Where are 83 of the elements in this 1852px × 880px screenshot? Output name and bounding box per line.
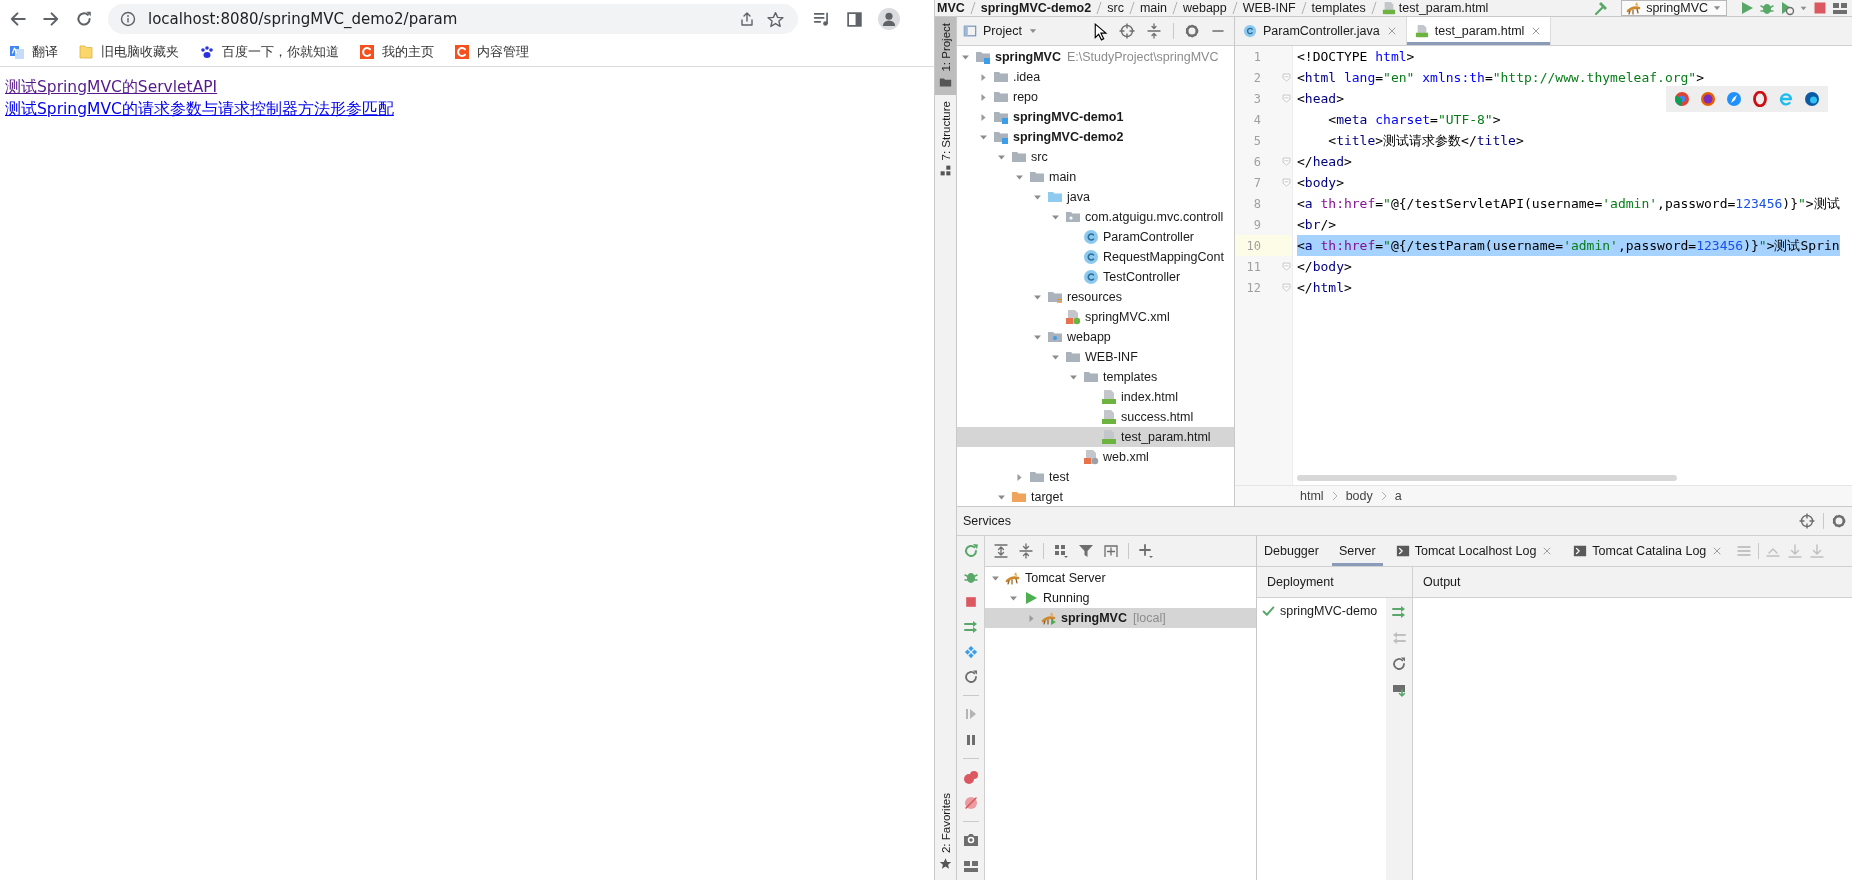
breadcrumb-item[interactable]: test_param.html — [1381, 1, 1489, 15]
tree-item[interactable]: .idea — [957, 67, 1234, 87]
tree-item[interactable]: resources — [957, 287, 1234, 307]
tree-item[interactable]: test_param.html — [957, 427, 1234, 447]
tree-item[interactable]: java — [957, 187, 1234, 207]
tree-item[interactable]: templates — [957, 367, 1234, 387]
link[interactable]: 测试SpringMVC的请求参数与请求控制器方法形参匹配 — [5, 98, 394, 120]
code-line: <body> — [1297, 174, 1344, 192]
tab[interactable]: Server — [1331, 536, 1383, 566]
bookmark[interactable]: 翻译 — [9, 43, 58, 61]
editor-tab[interactable]: ParamController.java — [1235, 17, 1407, 45]
run-config-dropdown[interactable]: springMVC — [1621, 0, 1727, 16]
tree-item[interactable]: src — [957, 147, 1234, 167]
line-number: 6 — [1252, 154, 1261, 169]
tree-item[interactable]: springMVC-demo1 — [957, 107, 1234, 127]
code-line: <a th:href="@{/testServletAPI(username='admin',password=123456)}">测试 — [1297, 195, 1840, 213]
tab[interactable]: Tomcat Localhost Log — [1388, 536, 1561, 566]
tree-item[interactable]: com.atguigu.mvc.controll — [957, 207, 1234, 227]
line-number: 12 — [1245, 280, 1261, 295]
code-line: <title>测试请求参数</title> — [1327, 132, 1524, 150]
bookmark[interactable]: 我的主页 — [359, 43, 434, 61]
tree-item[interactable]: main — [957, 167, 1234, 187]
line-number: 4 — [1252, 112, 1261, 127]
line-number: 5 — [1252, 133, 1261, 148]
tree-item[interactable]: index.html — [957, 387, 1234, 407]
tree-item[interactable]: springMVC.xml — [957, 307, 1234, 327]
tree-item[interactable]: Tomcat Server — [985, 568, 1256, 588]
breadcrumb-item[interactable]: springMVC-demo2 — [980, 1, 1092, 15]
panel-title: Services — [963, 514, 1011, 528]
tree-item[interactable]: ParamController — [957, 227, 1234, 247]
breadcrumb-item[interactable]: main — [1139, 1, 1167, 15]
tree-item[interactable]: TestController — [957, 267, 1234, 287]
tree-item[interactable]: test — [957, 467, 1234, 487]
tree-item[interactable]: webapp — [957, 327, 1234, 347]
tree-item[interactable]: success.html — [957, 407, 1234, 427]
tool-window-tab[interactable]: 2: Favorites — [935, 786, 956, 876]
bookmark[interactable]: 内容管理 — [454, 43, 529, 61]
tree-item[interactable]: repo — [957, 87, 1234, 107]
address-bar[interactable]: localhost:8080/springMVC_demo2/param — [108, 4, 798, 34]
tree-item[interactable]: RequestMappingCont — [957, 247, 1234, 267]
breadcrumb-item[interactable]: body — [1345, 489, 1373, 503]
editor-tab[interactable]: test_param.html — [1406, 17, 1552, 45]
breadcrumb-item[interactable]: webapp — [1183, 1, 1227, 15]
code-line: <!DOCTYPE html> — [1297, 48, 1415, 66]
line-number: 11 — [1245, 259, 1261, 274]
line-number: 9 — [1252, 217, 1261, 232]
tab[interactable]: Tomcat Catalina Log — [1566, 536, 1731, 566]
line-number: 10 — [1245, 238, 1261, 253]
line-number: 8 — [1252, 196, 1261, 211]
column-header: Output — [1413, 567, 1852, 598]
line-number: 7 — [1252, 175, 1261, 190]
tree-item[interactable]: target — [957, 487, 1234, 506]
breadcrumb-item[interactable]: WEB-INF — [1242, 1, 1296, 15]
code-line: <html lang="en" xmlns:th="http://www.thymeleaf.org"> — [1297, 69, 1705, 87]
breadcrumb-item[interactable]: templates — [1311, 1, 1366, 15]
tree-item[interactable]: springMVC-demo2 — [957, 127, 1234, 147]
tree-item[interactable]: Running — [985, 588, 1256, 608]
code-line: </body> — [1297, 258, 1352, 276]
breadcrumb-item[interactable]: html — [1300, 489, 1324, 503]
tree-item[interactable]: web.xml — [957, 447, 1234, 467]
deployment-item[interactable]: springMVC-demo — [1257, 601, 1386, 621]
column-header: Deployment — [1257, 567, 1412, 598]
tool-window-tab[interactable]: 7: Structure — [935, 94, 956, 184]
breadcrumb-item[interactable]: a — [1394, 489, 1402, 503]
tab[interactable]: Debugger — [1257, 536, 1326, 566]
breadcrumb-item[interactable]: MVC — [937, 1, 965, 15]
code-line: <meta charset="UTF-8"> — [1327, 111, 1501, 129]
line-number: 1 — [1252, 49, 1261, 64]
view-dropdown[interactable]: Project — [963, 24, 1038, 38]
tree-item[interactable]: springMVC E:\StudyProject\springMVC — [957, 47, 1234, 67]
code-line: </html> — [1297, 279, 1352, 297]
bookmark[interactable]: 百度一下，你就知道 — [199, 43, 339, 61]
tree-item[interactable]: springMVC [local] — [985, 608, 1256, 628]
breadcrumb-item[interactable]: src — [1107, 1, 1124, 15]
line-number: 3 — [1252, 91, 1261, 106]
line-number: 2 — [1252, 70, 1261, 85]
bookmark[interactable]: 旧电脑收藏夹 — [78, 43, 179, 61]
code-line: <head> — [1297, 90, 1344, 108]
link[interactable]: 测试SpringMVC的ServletAPI — [5, 76, 218, 98]
code-line: <br/> — [1297, 216, 1337, 234]
tree-item[interactable]: WEB-INF — [957, 347, 1234, 367]
tool-window-tab[interactable]: 1: Project — [935, 17, 956, 95]
code-line: </head> — [1297, 153, 1352, 171]
